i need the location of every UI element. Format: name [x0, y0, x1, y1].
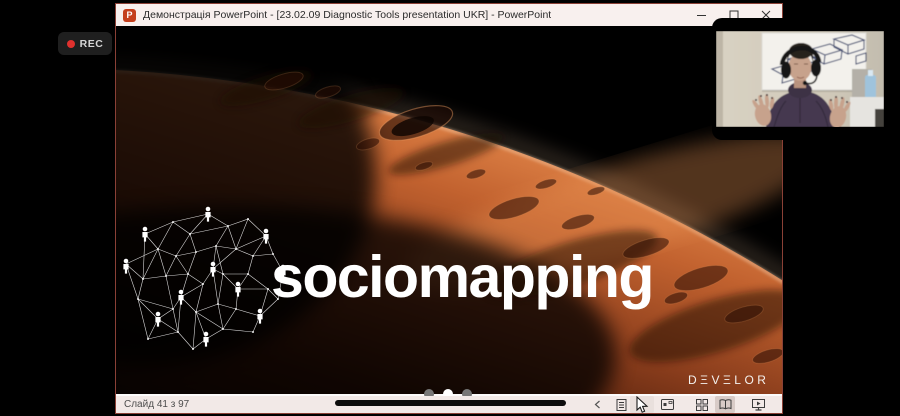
notes-icon[interactable] [611, 396, 631, 413]
webcam-tile[interactable] [712, 18, 900, 140]
previous-chevron-icon[interactable] [587, 396, 607, 413]
mouse-cursor [636, 396, 649, 413]
scroll-pill[interactable] [335, 400, 566, 406]
reading-view-icon[interactable] [715, 396, 735, 413]
develor-logo: DΞVΞLOR [688, 373, 770, 387]
window-title: Демонстрація PowerPoint - [23.02.09 Diag… [143, 9, 552, 21]
pagination-dot[interactable] [462, 389, 472, 396]
pagination-dot[interactable] [443, 389, 453, 396]
slide-title: sociomapping [271, 244, 654, 310]
pagination-dot[interactable] [424, 389, 434, 396]
powerpoint-app-icon: P [123, 8, 136, 22]
powerpoint-window: P Демонстрація PowerPoint - [23.02.09 Di… [115, 3, 783, 414]
participant-video [716, 31, 884, 127]
network-graphic [123, 206, 286, 350]
rec-dot-icon [66, 39, 75, 48]
slide-sorter-icon[interactable] [692, 396, 712, 413]
status-bar: Слайд 41 з 97 [116, 394, 782, 413]
rec-label: REC [79, 37, 104, 50]
slide-show-icon[interactable] [748, 396, 768, 413]
rec-indicator: REC [58, 32, 112, 55]
normal-view-icon[interactable] [657, 396, 677, 413]
title-bar: P Демонстрація PowerPoint - [23.02.09 Di… [116, 4, 782, 26]
slide-pagination[interactable] [424, 389, 472, 396]
slide-canvas: sociomapping DΞVΞLOR [116, 26, 782, 396]
slide-counter: Слайд 41 з 97 [124, 399, 190, 410]
